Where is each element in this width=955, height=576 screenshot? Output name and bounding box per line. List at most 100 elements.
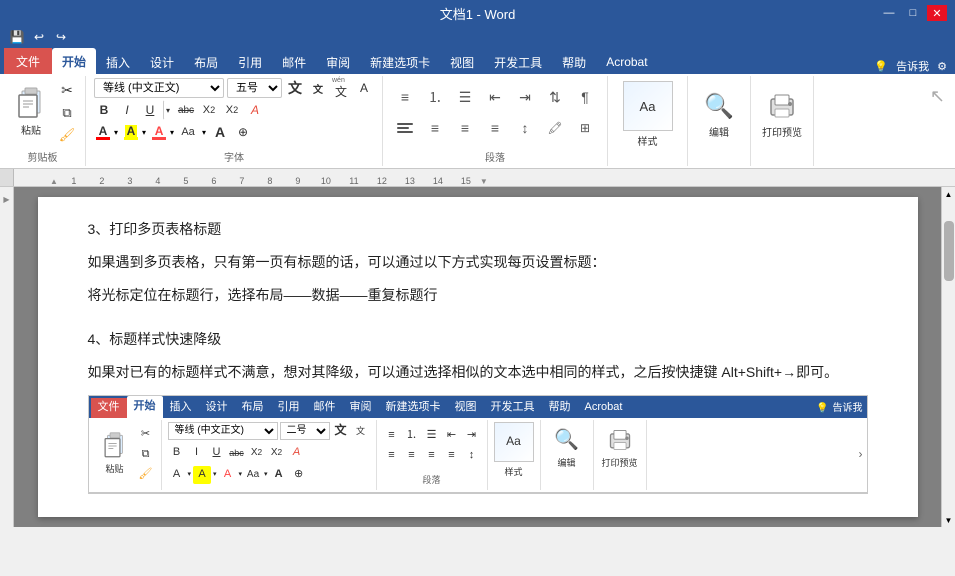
char-color-dropdown[interactable]: ▾ [169,128,175,137]
emb-tell-me-text[interactable]: 告诉我 [833,400,863,418]
bullets-button[interactable]: ≡ [391,83,419,111]
sort-button[interactable]: ⇅ [541,83,569,111]
emb-format-painter-button[interactable]: 🖌 [137,466,155,484]
superscript-button[interactable]: X2 [222,100,242,120]
save-qat-button[interactable]: 💾 [8,28,26,46]
emb-font-size-select[interactable]: 二号 [280,422,330,440]
emb-align-center-button[interactable]: ≡ [403,447,421,465]
editing-button[interactable]: 🔍 编辑 [696,83,742,147]
emb-tab-help[interactable]: 帮助 [542,398,578,418]
emb-ml-button[interactable]: ☰ [423,427,441,445]
font-grow-button[interactable]: 文 [285,78,305,98]
emb-highlight-button[interactable]: A [193,466,211,484]
highlight-dropdown[interactable]: ▾ [141,128,147,137]
tab-layout[interactable]: 布局 [184,50,228,74]
undo-qat-button[interactable]: ↩ [30,28,48,46]
format-painter-button[interactable]: 🖌 [57,125,77,145]
emb-char-spacing-btn[interactable]: Aa [244,466,262,484]
emb-tab-file[interactable]: 文件 [91,398,127,418]
font-name-select[interactable]: 等线 (中文正文) [94,78,224,98]
char-color-button[interactable]: A [150,123,168,142]
align-center-button[interactable]: ≡ [421,114,449,142]
tab-insert[interactable]: 插入 [96,50,140,74]
emb-superscript-button[interactable]: X2 [268,444,286,462]
emb-effects-button[interactable]: A [288,444,306,462]
char-spacing-button[interactable]: Aa [178,122,198,142]
bold-button[interactable]: B [94,100,114,120]
emb-cut-button[interactable]: ✂ [137,426,155,444]
scroll-thumb[interactable] [944,221,954,281]
font-size-select[interactable]: 五号 [227,78,282,98]
multilevel-button[interactable]: ☰ [451,83,479,111]
font-color-dropdown[interactable]: ▾ [113,128,119,137]
tab-developer[interactable]: 开发工具 [484,50,552,74]
tab-acrobat[interactable]: Acrobat [596,50,657,74]
underline-button[interactable]: U [140,100,160,120]
paste-button[interactable]: 粘贴 [8,81,54,145]
decrease-indent-button[interactable]: ⇤ [481,83,509,111]
font-color-button[interactable]: A [94,123,112,142]
scroll-up-button[interactable]: ▲ [942,187,955,201]
emb-di-button[interactable]: ⇤ [443,427,461,445]
emb-bullets-button[interactable]: ≡ [383,427,401,445]
strikethrough-button[interactable]: abc [176,100,196,120]
scroll-down-button[interactable]: ▼ [942,513,955,527]
cut-button[interactable]: ✂ [57,81,77,101]
redo-qat-button[interactable]: ↪ [52,28,70,46]
emb-justify-button[interactable]: ≡ [443,447,461,465]
tab-review[interactable]: 审阅 [316,50,360,74]
increase-indent-button[interactable]: ⇥ [511,83,539,111]
emb-circle-button[interactable]: ⊕ [290,466,308,484]
emb-bigA-button[interactable]: A [270,466,288,484]
justify-button[interactable]: ≡ [481,114,509,142]
highlight-button[interactable]: A [122,123,140,142]
big-a-button[interactable]: A [210,122,230,142]
tab-new-tab[interactable]: 新建选项卡 [360,50,440,74]
maximize-button[interactable]: □ [903,5,923,21]
emb-hl-arrow[interactable]: ▾ [213,469,217,482]
emb-bold-button[interactable]: B [168,444,186,462]
emb-tab-references[interactable]: 引用 [271,398,307,418]
share-button[interactable]: ⚙ [937,60,947,73]
emb-tab-mailings[interactable]: 邮件 [307,398,343,418]
emb-cs-arrow[interactable]: ▾ [264,469,268,482]
minimize-button[interactable]: — [879,5,899,21]
tab-view[interactable]: 视图 [440,50,484,74]
emb-shrink-button[interactable]: 文 [352,422,370,440]
emb-print-preview-button[interactable]: 打印预览 [600,422,640,477]
font-shrink-button[interactable]: 文 [308,78,328,98]
copy-button[interactable]: ⧉ [57,103,77,123]
shading-button[interactable]: 🖍 [541,114,569,142]
tell-me-input[interactable]: 告诉我 [896,58,929,74]
tab-home[interactable]: 开始 [52,48,96,74]
emb-align-left-button[interactable]: ≡ [383,447,401,465]
char-spacing-dropdown[interactable]: ▾ [201,128,207,137]
emb-ii-button[interactable]: ⇥ [463,427,481,445]
emb-tab-design[interactable]: 设计 [199,398,235,418]
emb-ribbon-scroll-right[interactable]: › [859,420,867,490]
emb-tab-acrobat[interactable]: Acrobat [578,398,630,418]
borders-button[interactable]: ⊞ [571,114,599,142]
subscript-button[interactable]: X2 [199,100,219,120]
tab-design[interactable]: 设计 [140,50,184,74]
phonetic-button[interactable]: wén 文 [331,78,351,98]
tab-file[interactable]: 文件 [4,48,52,74]
emb-underline-button[interactable]: U [208,444,226,462]
emb-copy-button[interactable]: ⧉ [137,446,155,464]
tab-references[interactable]: 引用 [228,50,272,74]
emb-font-color-button[interactable]: A [168,466,186,484]
emb-char-color-button[interactable]: A [219,466,237,484]
emb-italic-button[interactable]: I [188,444,206,462]
emb-fc-arrow[interactable]: ▾ [188,469,192,482]
emb-subscript-button[interactable]: X2 [248,444,266,462]
emb-styles-button[interactable]: Aa 样式 [494,422,534,480]
emb-tab-layout[interactable]: 布局 [235,398,271,418]
emb-strikethrough-button[interactable]: abc [228,444,246,462]
caps-button[interactable]: A [354,78,374,98]
align-left-button[interactable] [391,114,419,142]
emb-editing-button[interactable]: 🔍 编辑 [547,422,587,477]
emb-tab-insert[interactable]: 插入 [163,398,199,418]
emb-linespacing-button[interactable]: ↕ [463,447,481,465]
show-formatting-button[interactable]: ¶ [571,83,599,111]
numbering-button[interactable]: ⒈ [421,83,449,111]
